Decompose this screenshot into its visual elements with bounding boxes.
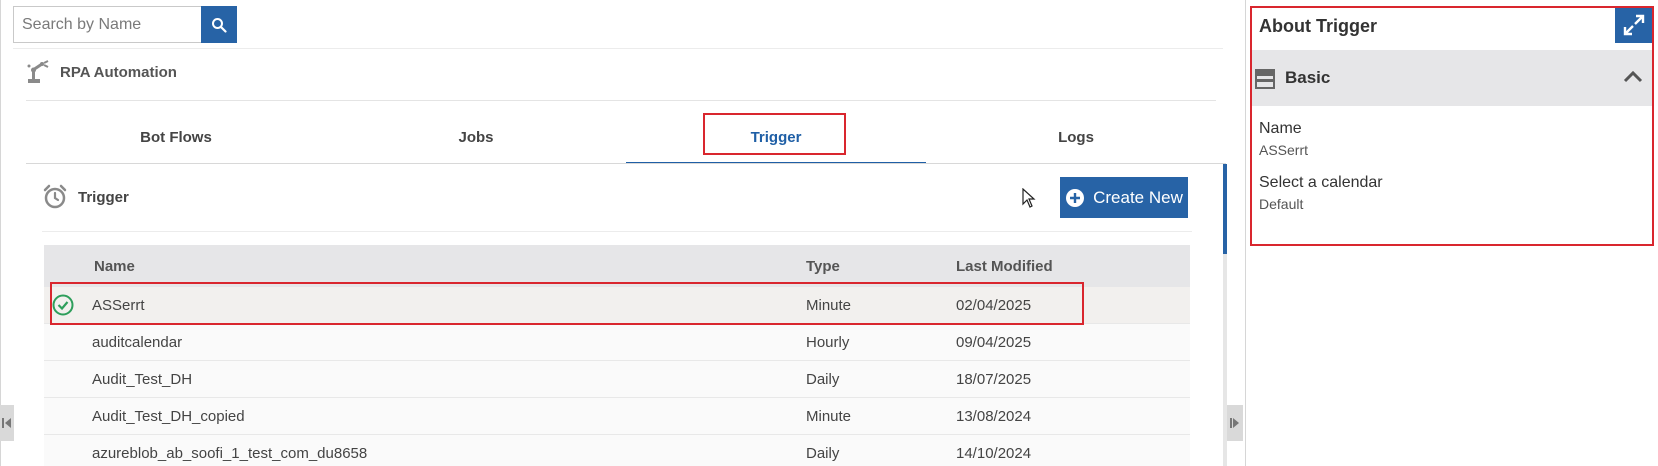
field-label-name: Name: [1259, 120, 1302, 137]
robot-arm-icon: [27, 60, 49, 83]
cell-type: Daily: [806, 445, 840, 462]
breadcrumb-label: RPA Automation: [60, 63, 177, 81]
tab-label: Logs: [1058, 128, 1094, 146]
collapse-left-handle[interactable]: [0, 405, 14, 441]
chevron-up-icon[interactable]: [1623, 70, 1643, 84]
field-value-calendar: Default: [1259, 196, 1304, 212]
app-root: RPA Automation Bot Flows Jobs Trigger Lo…: [0, 0, 1658, 466]
expand-icon: [1623, 14, 1645, 36]
panel-title-text: Trigger: [78, 188, 129, 206]
collapse-right-handle[interactable]: [1227, 405, 1243, 441]
table-row[interactable]: Audit_Test_DH Daily 18/07/2025: [44, 361, 1190, 398]
alarm-clock-icon: [43, 184, 67, 209]
cell-name: Audit_Test_DH_copied: [92, 408, 245, 425]
cell-modified: 14/10/2024: [956, 445, 1032, 462]
table-row[interactable]: Audit_Test_DH_copied Minute 13/08/2024: [44, 398, 1190, 435]
panel-separator: [42, 231, 1192, 232]
tab-label: Bot Flows: [140, 128, 212, 146]
cell-modified: 18/07/2025: [956, 371, 1032, 388]
scrollbar-thumb[interactable]: [1223, 164, 1227, 254]
table-row[interactable]: azureblob_ab_soofi_1_test_com_du8658 Dai…: [44, 435, 1190, 466]
tab-label: Trigger: [750, 128, 802, 146]
cell-type: Minute: [806, 297, 852, 314]
tab-bot-flows[interactable]: Bot Flows: [26, 110, 326, 164]
cell-modified: 13/08/2024: [956, 408, 1032, 425]
top-separator: [13, 48, 1223, 49]
cell-name: auditcalendar: [92, 334, 183, 351]
create-new-button[interactable]: Create New: [1060, 177, 1188, 218]
table-header: Name Type Last Modified: [44, 245, 1190, 287]
create-new-label: Create New: [1093, 187, 1183, 207]
collapse-right-icon: [1230, 418, 1239, 428]
cell-modified: 09/04/2025: [956, 334, 1032, 351]
check-circle-icon: [52, 294, 74, 316]
column-header-last-modified[interactable]: Last Modified: [956, 258, 1053, 275]
cell-name: ASSerrt: [92, 297, 145, 314]
cell-type: Minute: [806, 408, 852, 425]
section-icon: [1255, 69, 1275, 89]
table-row[interactable]: ASSerrt Minute 02/04/2025: [44, 287, 1190, 324]
trigger-panel-header: Trigger Create New: [42, 177, 1192, 230]
search-input[interactable]: [13, 6, 201, 43]
about-trigger-panel: About Trigger Basic Name ASSerrt Select …: [1251, 6, 1653, 246]
basic-section-label: Basic: [1285, 68, 1331, 87]
search-button[interactable]: [201, 6, 237, 43]
cell-type: Hourly: [806, 334, 850, 351]
tab-trigger[interactable]: Trigger: [626, 110, 926, 164]
cell-modified: 02/04/2025: [956, 297, 1032, 314]
table-row[interactable]: auditcalendar Hourly 09/04/2025: [44, 324, 1190, 361]
cell-name: Audit_Test_DH: [92, 371, 193, 388]
mouse-cursor-icon: [1022, 188, 1036, 208]
trigger-table: Name Type Last Modified ASSerrt Minute 0…: [44, 245, 1190, 466]
search-bar: [13, 6, 237, 43]
expand-button[interactable]: [1615, 7, 1653, 43]
breadcrumb: RPA Automation: [26, 60, 177, 84]
tab-logs[interactable]: Logs: [926, 110, 1226, 164]
left-edge: [0, 0, 1, 466]
plus-circle-icon: [1066, 188, 1085, 207]
about-title: About Trigger: [1259, 16, 1377, 36]
field-value-name: ASSerrt: [1259, 142, 1309, 158]
column-header-name[interactable]: Name: [94, 258, 135, 275]
cell-type: Daily: [806, 371, 840, 388]
tabs-underline: [26, 163, 1226, 164]
field-label-calendar: Select a calendar: [1259, 174, 1383, 191]
tab-jobs[interactable]: Jobs: [326, 110, 626, 164]
search-icon: [212, 17, 227, 33]
panel-title: Trigger: [42, 184, 129, 210]
cell-name: azureblob_ab_soofi_1_test_com_du8658: [92, 445, 368, 462]
panel-divider[interactable]: [1245, 0, 1246, 466]
basic-section-header[interactable]: Basic: [1251, 50, 1653, 106]
tab-label: Jobs: [458, 128, 494, 146]
column-header-type[interactable]: Type: [806, 258, 840, 275]
tab-bar: Bot Flows Jobs Trigger Logs: [26, 110, 1226, 164]
breadcrumb-separator: [26, 100, 1216, 101]
collapse-left-icon: [2, 418, 11, 428]
